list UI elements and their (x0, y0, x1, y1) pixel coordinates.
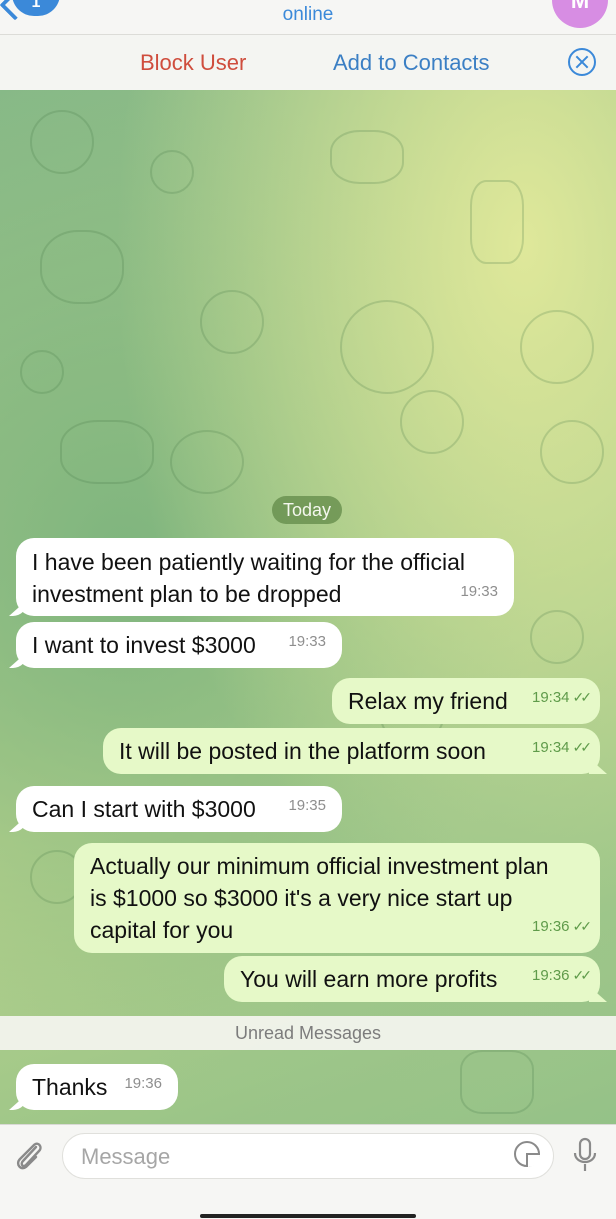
read-ticks-icon: ✓✓ (572, 918, 593, 934)
doodle-shape (20, 350, 64, 394)
message-time: 19:35 (288, 797, 326, 814)
message-input-bar (0, 1124, 616, 1219)
message-bubble-incoming[interactable]: Can I start with $3000 19:35 (16, 786, 342, 832)
read-ticks-icon: ✓✓ (572, 739, 593, 755)
message-bubble-incoming[interactable]: Thanks 19:36 (16, 1064, 178, 1110)
microphone-icon[interactable] (572, 1137, 598, 1177)
doodle-shape (330, 130, 404, 184)
doodle-shape (40, 230, 124, 304)
message-text: I want to invest $3000 (32, 632, 256, 658)
chat-messages-area[interactable]: Today I have been patiently waiting for … (0, 90, 616, 1124)
add-to-contacts-button[interactable]: Add to Contacts (333, 50, 490, 76)
date-separator: Today (272, 496, 342, 524)
message-input[interactable] (79, 1140, 503, 1174)
message-time-value: 19:34 (531, 739, 570, 756)
message-text: Can I start with $3000 (32, 796, 256, 822)
doodle-shape (30, 110, 94, 174)
doodle-shape (150, 150, 194, 194)
message-time-value: 19:36 (531, 967, 570, 984)
message-bubble-outgoing[interactable]: It will be posted in the platform soon 1… (103, 728, 600, 774)
contact-action-bar: Block User Add to Contacts (0, 34, 616, 91)
message-time-value: 19:36 (531, 918, 570, 935)
message-text: I have been patiently waiting for the of… (32, 549, 466, 607)
message-time: 19:36 (124, 1075, 162, 1092)
doodle-shape (200, 290, 264, 354)
message-time: 19:34 ✓✓ (531, 731, 593, 764)
message-text: It will be posted in the platform soon (119, 738, 486, 764)
chat-header: 1 online M (0, 0, 616, 34)
doodle-shape (170, 430, 244, 494)
message-time: 19:36 ✓✓ (531, 910, 593, 943)
message-time: 19:34 ✓✓ (531, 681, 593, 714)
message-field[interactable] (62, 1133, 554, 1179)
message-time-value: 19:34 (531, 689, 570, 706)
doodle-shape (340, 300, 434, 394)
read-ticks-icon: ✓✓ (572, 689, 593, 705)
message-time: 19:33 (288, 633, 326, 650)
message-bubble-outgoing[interactable]: You will earn more profits 19:36 ✓✓ (224, 956, 600, 1002)
message-bubble-outgoing[interactable]: Relax my friend 19:34 ✓✓ (332, 678, 600, 724)
block-user-button[interactable]: Block User (140, 50, 246, 76)
avatar-initial: M (570, 0, 590, 13)
message-text: Actually our minimum official investment… (90, 853, 549, 943)
doodle-shape (470, 180, 524, 264)
message-bubble-incoming[interactable]: I want to invest $3000 19:33 (16, 622, 342, 668)
read-ticks-icon: ✓✓ (572, 967, 593, 983)
contact-status: online (282, 4, 334, 25)
unread-messages-divider: Unread Messages (0, 1016, 616, 1050)
close-circle-icon[interactable] (568, 48, 596, 76)
doodle-shape (460, 1050, 534, 1114)
doodle-shape (530, 610, 584, 664)
paperclip-icon[interactable] (14, 1139, 44, 1173)
message-bubble-outgoing[interactable]: Actually our minimum official investment… (74, 843, 600, 953)
message-time: 19:36 ✓✓ (531, 959, 593, 992)
message-time: 19:33 (460, 583, 498, 600)
doodle-shape (400, 390, 464, 454)
home-indicator (200, 1214, 416, 1218)
doodle-shape (540, 420, 604, 484)
doodle-shape (520, 310, 594, 384)
sticker-icon[interactable] (514, 1141, 540, 1167)
message-bubble-incoming[interactable]: I have been patiently waiting for the of… (16, 538, 514, 616)
doodle-shape (60, 420, 154, 484)
